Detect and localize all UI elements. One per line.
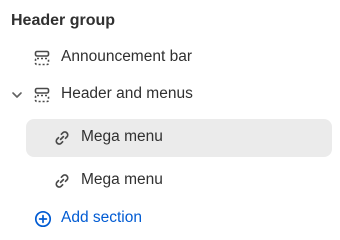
link-icon — [53, 172, 71, 190]
section-icon — [33, 86, 51, 104]
sidebar-item-label: Header and menus — [61, 85, 193, 102]
plus-circle-icon — [34, 210, 52, 228]
add-section-button[interactable]: Add section — [0, 201, 340, 237]
sidebar-item-label: Mega menu — [81, 171, 163, 188]
section-group-title: Header group — [11, 12, 116, 29]
sidebar-item-label: Mega menu — [81, 128, 163, 145]
sidebar-item-mega-menu[interactable]: Mega menu — [26, 119, 332, 157]
section-icon — [33, 49, 51, 67]
sidebar-item-header-and-menus[interactable]: Header and menus — [0, 77, 340, 113]
sidebar-item-mega-menu[interactable]: Mega menu — [26, 162, 332, 200]
sidebar-item-announcement-bar[interactable]: Announcement bar — [0, 40, 340, 76]
sidebar-item-label: Announcement bar — [61, 48, 192, 65]
chevron-down-icon[interactable] — [10, 88, 24, 102]
link-icon — [53, 129, 71, 147]
add-section-label: Add section — [61, 209, 142, 226]
